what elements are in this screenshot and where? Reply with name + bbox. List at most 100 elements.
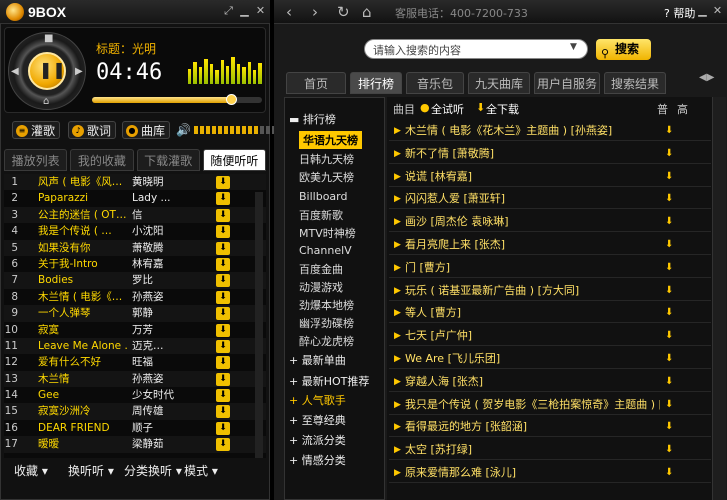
- browser-tab[interactable]: 音乐包: [406, 72, 464, 94]
- play-icon[interactable]: ▶: [394, 212, 401, 231]
- browser-tab[interactable]: 九天曲库: [468, 72, 530, 94]
- chart-row[interactable]: ▶ 画沙 [周杰伦 袁咏琳] ⬇: [389, 212, 711, 233]
- play-icon[interactable]: ▶: [394, 144, 401, 163]
- song-list-scrollbar[interactable]: [255, 192, 263, 458]
- category-item[interactable]: 华语九天榜: [299, 131, 362, 149]
- download-icon[interactable]: ⬇: [216, 356, 230, 370]
- play-icon[interactable]: ▶: [394, 303, 401, 322]
- play-icon[interactable]: ▶: [394, 167, 401, 186]
- browser-close-icon[interactable]: ✕: [710, 3, 725, 19]
- play-icon[interactable]: ▶: [394, 189, 401, 208]
- volume-icon[interactable]: 🔊: [176, 123, 191, 137]
- song-row[interactable]: 14 Gee 少女时代 ⬇: [4, 387, 266, 403]
- next-icon[interactable]: ▶: [75, 66, 83, 77]
- category-item[interactable]: 百度新歌: [299, 207, 343, 223]
- download-icon[interactable]: ⬇: [665, 281, 673, 300]
- song-row[interactable]: 16 DEAR FRIEND 顺子 ⬇: [4, 420, 266, 436]
- library-button[interactable]: ● 曲库: [122, 121, 171, 139]
- category-item[interactable]: 日韩九天榜: [299, 151, 354, 167]
- volume-slider[interactable]: [194, 126, 276, 134]
- download-icon[interactable]: ⬇: [216, 307, 230, 321]
- download-icon[interactable]: ⬇: [665, 235, 673, 254]
- download-icon[interactable]: ⬇: [216, 323, 230, 337]
- download-icon[interactable]: ⬇: [665, 372, 673, 391]
- chart-row[interactable]: ▶ We Are [飞儿乐团] ⬇: [389, 349, 711, 369]
- search-dropdown-icon[interactable]: ▼: [570, 42, 577, 52]
- stop-icon[interactable]: ■: [44, 33, 53, 44]
- download-icon[interactable]: ⬇: [665, 463, 673, 482]
- mini-mode-icon[interactable]: ⤢: [221, 3, 236, 19]
- download-icon[interactable]: ⬇: [665, 189, 673, 208]
- play-icon[interactable]: ▶: [394, 258, 401, 277]
- category-item[interactable]: 欧美九天榜: [299, 169, 354, 185]
- left-tab[interactable]: 下载灌歌: [136, 149, 200, 171]
- chart-row[interactable]: ▶ 说谎 [林宥嘉] ⬇: [389, 167, 711, 187]
- download-icon[interactable]: ⬇: [665, 417, 673, 436]
- download-all-button[interactable]: 全下载: [486, 101, 519, 117]
- play-icon[interactable]: ▶: [394, 417, 401, 436]
- tab-scroll-arrows[interactable]: ◀▶: [699, 72, 725, 94]
- collect-menu[interactable]: 收藏 ▾: [14, 462, 48, 479]
- browser-minimize-icon[interactable]: ▁: [695, 3, 710, 19]
- chart-row[interactable]: ▶ 门 [曹方] ⬇: [389, 258, 711, 278]
- song-row[interactable]: 15 寂寞沙洲冷 周传雄 ⬇: [4, 403, 266, 420]
- download-icon[interactable]: ⬇: [216, 208, 230, 222]
- playlist-lyrics-button[interactable]: ≡ 灌歌: [12, 121, 61, 139]
- chart-row[interactable]: ▶ 新不了情 [萧敬腾] ⬇: [389, 144, 711, 164]
- song-row[interactable]: 12 爱有什么不好 旺福 ⬇: [4, 354, 266, 370]
- download-icon[interactable]: ⬇: [665, 349, 673, 368]
- song-row[interactable]: 4 我是个传说 ( … 小沈阳 ⬇: [4, 223, 266, 239]
- song-row[interactable]: 1 风声 ( 电影《风… 黄晓明 ⬇: [4, 174, 266, 191]
- open-file-icon[interactable]: ⌂: [43, 96, 49, 107]
- download-icon[interactable]: ⬇: [216, 389, 230, 403]
- play-all-button[interactable]: 全试听: [431, 101, 464, 117]
- song-row[interactable]: 10 寂寞 万芳 ⬇: [4, 322, 266, 338]
- category-item[interactable]: 百度金曲: [299, 261, 343, 277]
- category-item[interactable]: + 最新HOT推荐: [289, 373, 369, 389]
- previous-icon[interactable]: ◀: [11, 66, 19, 77]
- download-icon[interactable]: ⬇: [665, 121, 673, 140]
- play-icon[interactable]: ▶: [394, 395, 401, 414]
- download-icon[interactable]: ⬇: [216, 421, 230, 435]
- progress-knob[interactable]: [226, 94, 237, 105]
- download-icon[interactable]: ⬇: [216, 339, 230, 353]
- chart-row[interactable]: ▶ 七天 [卢广仲] ⬇: [389, 326, 711, 347]
- play-icon[interactable]: ▶: [394, 235, 401, 254]
- song-row[interactable]: 2 Paparazzi Lady ... ⬇: [4, 190, 266, 206]
- song-row[interactable]: 7 Bodies 罗比 ⬇: [4, 272, 266, 289]
- download-icon[interactable]: ⬇: [216, 438, 230, 452]
- table-scrollbar[interactable]: [712, 97, 726, 500]
- category-item[interactable]: + 最新单曲: [289, 352, 346, 368]
- play-icon[interactable]: ▶: [394, 326, 401, 345]
- download-icon[interactable]: ⬇: [216, 290, 230, 304]
- download-icon[interactable]: ⬇: [216, 225, 230, 239]
- play-icon[interactable]: ▶: [394, 463, 401, 482]
- download-icon[interactable]: ⬇: [665, 167, 673, 186]
- left-tab[interactable]: 我的收藏: [70, 149, 134, 171]
- refresh-icon[interactable]: ↻: [337, 3, 350, 21]
- category-item[interactable]: 醉心龙虎榜: [299, 333, 354, 349]
- browser-tab[interactable]: 搜索结果: [604, 72, 666, 94]
- category-item[interactable]: + 情感分类: [289, 452, 346, 468]
- download-icon[interactable]: ⬇: [216, 405, 230, 419]
- chart-row[interactable]: ▶ 太空 [苏打绿] ⬇: [389, 440, 711, 461]
- category-item[interactable]: + 人气歌手: [289, 392, 346, 408]
- song-row[interactable]: 9 一个人弹琴 郭静 ⬇: [4, 305, 266, 322]
- download-icon[interactable]: ⬇: [665, 303, 673, 322]
- browser-tab[interactable]: 排行榜: [350, 72, 402, 94]
- category-switch-menu[interactable]: 分类换听 ▾: [124, 462, 182, 479]
- song-row[interactable]: 13 木兰情 孙燕姿 ⬇: [4, 370, 266, 388]
- chart-row[interactable]: ▶ 穿越人海 [张杰] ⬇: [389, 372, 711, 392]
- category-item[interactable]: MTV时神榜: [299, 225, 356, 241]
- song-row[interactable]: 6 关于我-Intro 林宥嘉 ⬇: [4, 256, 266, 272]
- play-icon[interactable]: ▶: [394, 440, 401, 459]
- download-icon[interactable]: ⬇: [216, 372, 230, 386]
- home-icon[interactable]: ⌂: [362, 3, 372, 21]
- mode-menu[interactable]: 模式 ▾: [184, 462, 218, 479]
- play-icon[interactable]: ▶: [394, 121, 401, 140]
- chart-row[interactable]: ▶ 看月亮爬上来 [张杰] ⬇: [389, 235, 711, 255]
- chart-row[interactable]: ▶ 看得最远的地方 [张韶涵] ⬇: [389, 417, 711, 438]
- category-item[interactable]: + 流派分类: [289, 432, 346, 448]
- left-tab[interactable]: 随便听听: [202, 149, 266, 171]
- left-tab[interactable]: 播放列表: [4, 149, 68, 171]
